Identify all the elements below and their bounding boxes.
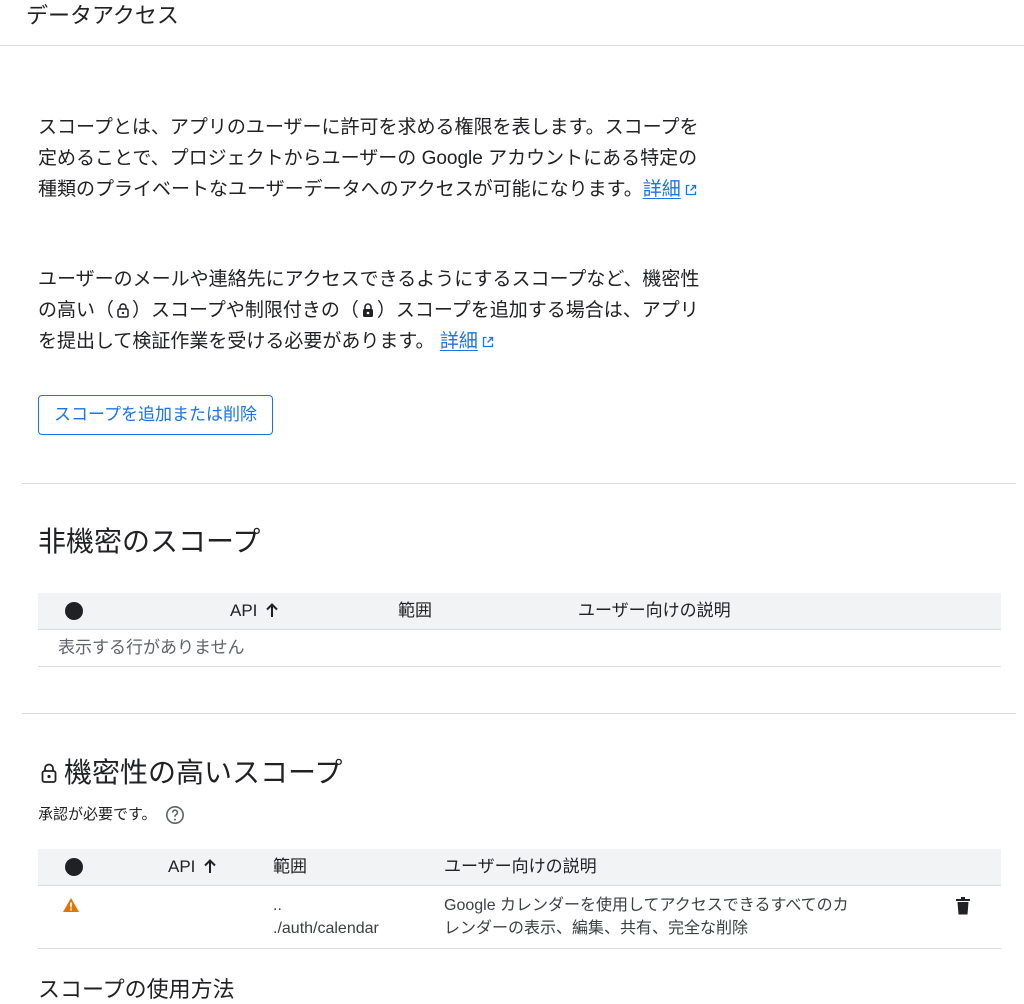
lock-outline-icon xyxy=(117,303,129,318)
help-icon[interactable] xyxy=(165,805,185,825)
table-header: API 範囲 ユーザー向けの説明 xyxy=(38,593,1001,630)
lock-filled-icon xyxy=(362,303,373,317)
description-line-1: Google カレンダーを使用してアクセスできるすべてのカ xyxy=(444,897,849,914)
section-divider xyxy=(22,483,1016,484)
non-sensitive-scopes-title: 非機密のスコープ xyxy=(38,526,261,557)
add-remove-scopes-button[interactable]: スコープを追加または削除 xyxy=(38,395,273,435)
intro-text-1: スコープとは、アプリのユーザーに許可を求める権限を表します。スコープを定めること… xyxy=(38,117,699,200)
top-bar: データアクセス xyxy=(0,0,1024,46)
sensitive-scopes-title: 機密性の高いスコープ xyxy=(64,757,343,788)
select-all-checkbox[interactable] xyxy=(65,858,83,876)
scope-column-header: 範囲 xyxy=(398,601,432,620)
description-column-header: ユーザー向けの説明 xyxy=(444,857,597,876)
external-link-icon xyxy=(685,184,696,196)
description-cell: Google カレンダーを使用してアクセスできるすべてのカ レンダーの表示、編集… xyxy=(444,894,849,940)
intro-paragraph-1: スコープとは、アプリのユーザーに許可を求める権限を表します。スコープを定めること… xyxy=(38,112,708,205)
scope-column-header: 範囲 xyxy=(273,857,307,876)
table-row: .. ./auth/calendar Google カレンダーを使用してアクセス… xyxy=(38,886,1001,949)
description-line-2: レンダーの表示、編集、共有、完全な削除 xyxy=(444,920,749,937)
empty-table-message: 表示する行がありません xyxy=(58,638,245,657)
intro-text-2b: ）スコープや制限付きの（ xyxy=(132,300,359,321)
learn-more-link-2[interactable]: 詳細 xyxy=(440,331,478,352)
page-title: データアクセス xyxy=(26,3,179,28)
intro-paragraph-2: ユーザーのメールや連絡先にアクセスできるようにするスコープなど、機密性の高い（）… xyxy=(38,264,708,357)
delete-icon[interactable] xyxy=(956,897,970,915)
table-header: API 範囲 ユーザー向けの説明 xyxy=(38,849,1001,886)
restricted-scopes-title-partial: スコープの使用方法 xyxy=(38,977,235,1002)
api-column-label: API xyxy=(230,601,258,620)
approval-required-text: 承認が必要です。 xyxy=(38,806,157,823)
scope-line-2: ./auth/calendar xyxy=(273,920,379,937)
section-divider xyxy=(22,713,1016,714)
approval-required-note: 承認が必要です。 xyxy=(38,803,185,827)
select-all-checkbox[interactable] xyxy=(65,602,83,620)
external-link-icon xyxy=(482,336,493,348)
sort-arrow-up-icon xyxy=(204,859,217,873)
description-column-header: ユーザー向けの説明 xyxy=(578,601,731,620)
lock-outline-icon xyxy=(41,763,57,783)
sensitive-scopes-table: API 範囲 ユーザー向けの説明 .. ./auth/calendar Goog… xyxy=(38,849,1001,949)
warning-icon xyxy=(63,898,79,912)
api-column-header[interactable]: API xyxy=(168,849,217,885)
sensitive-scopes-title-wrap: 機密性の高いスコープ xyxy=(38,756,342,790)
sort-arrow-up-icon xyxy=(266,603,279,617)
api-column-label: API xyxy=(168,857,196,876)
api-column-header[interactable]: API xyxy=(230,593,279,629)
learn-more-link-1[interactable]: 詳細 xyxy=(643,179,681,200)
scope-cell: .. ./auth/calendar xyxy=(273,894,379,940)
scope-line-1: .. xyxy=(273,897,282,914)
non-sensitive-scopes-table: API 範囲 ユーザー向けの説明 表示する行がありません xyxy=(38,593,1001,667)
empty-table-row: 表示する行がありません xyxy=(38,630,1001,667)
